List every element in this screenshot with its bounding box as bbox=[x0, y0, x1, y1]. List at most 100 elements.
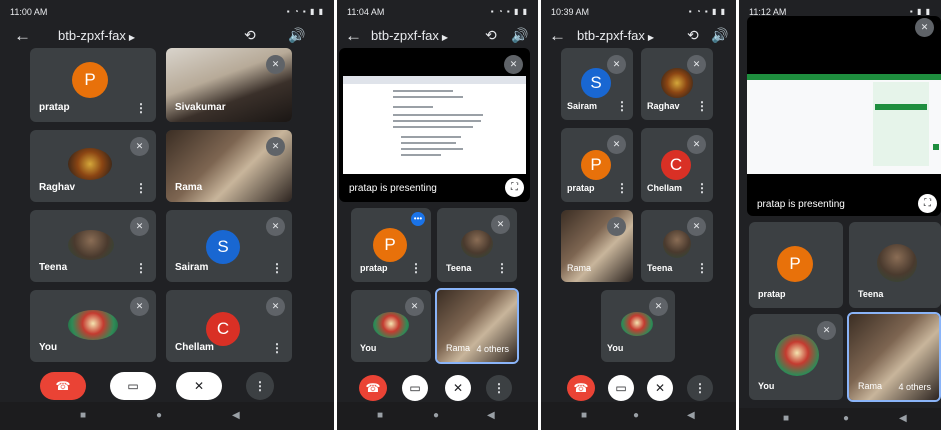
avatar bbox=[663, 230, 691, 258]
meeting-title[interactable]: btb-zpxf-fax ▶ bbox=[58, 28, 135, 43]
participant-tile[interactable]: ✕ You bbox=[601, 290, 675, 362]
participant-tile[interactable]: ✕ You bbox=[749, 314, 843, 400]
participant-tile[interactable]: P ✕ pratap ⋮ bbox=[561, 128, 633, 202]
switch-camera-icon[interactable]: ⟲ bbox=[244, 27, 256, 44]
more-vert-icon[interactable]: ⋮ bbox=[135, 101, 147, 115]
camera-off-icon[interactable]: ▭ bbox=[110, 372, 156, 400]
participant-tile[interactable]: S ✕ Sairam ⋮ bbox=[561, 48, 633, 120]
speaker-icon[interactable]: 🔊 bbox=[511, 27, 528, 44]
fullscreen-icon[interactable]: ⛶ bbox=[505, 178, 524, 197]
mic-off-icon[interactable]: ✕ bbox=[445, 375, 471, 401]
participant-tile[interactable]: ✕ Rama bbox=[166, 130, 292, 202]
others-count[interactable]: 4 others bbox=[898, 382, 931, 392]
back-nav-icon[interactable]: ◀ bbox=[899, 413, 907, 424]
participant-tile[interactable]: ✕ Sivakumar bbox=[166, 48, 292, 122]
more-vert-icon[interactable]: ⋮ bbox=[271, 341, 283, 355]
participant-tile[interactable]: ✕ Teena ⋮ bbox=[30, 210, 156, 282]
participant-name: pratap bbox=[567, 183, 595, 193]
more-vert-icon[interactable]: ⋮ bbox=[696, 99, 708, 113]
others-count[interactable]: 4 others bbox=[476, 344, 509, 354]
mic-off-icon[interactable]: ✕ bbox=[647, 375, 673, 401]
home-icon[interactable]: ● bbox=[156, 410, 162, 421]
mic-off-icon: ✕ bbox=[130, 137, 149, 156]
end-call-icon[interactable]: ☎ bbox=[567, 375, 595, 401]
more-vert-icon[interactable]: ⋮ bbox=[410, 261, 422, 275]
end-call-icon[interactable]: ☎ bbox=[40, 372, 86, 400]
fullscreen-icon[interactable]: ⛶ bbox=[918, 194, 937, 213]
participant-tile[interactable]: C ✕ Chellam ⋮ bbox=[641, 128, 713, 202]
participant-tile[interactable]: ✕ Raghav ⋮ bbox=[30, 130, 156, 202]
participant-tile[interactable]: Rama 4 others bbox=[435, 288, 519, 364]
recents-icon[interactable]: ■ bbox=[783, 413, 789, 424]
back-nav-icon[interactable]: ◀ bbox=[232, 410, 240, 421]
spreadsheet-toolbar bbox=[747, 74, 941, 80]
meeting-title[interactable]: btb-zpxf-fax ▶ bbox=[577, 28, 654, 43]
text-line bbox=[393, 96, 463, 98]
more-vert-icon[interactable]: ⋮ bbox=[616, 99, 628, 113]
arrow-left-icon[interactable]: ← bbox=[345, 26, 362, 46]
avatar bbox=[373, 312, 409, 338]
avatar bbox=[877, 244, 917, 282]
mic-off-icon: ✕ bbox=[266, 217, 285, 236]
end-call-icon[interactable]: ☎ bbox=[359, 375, 387, 401]
home-icon[interactable]: ● bbox=[633, 410, 639, 421]
status-icons: ▪ ▮ ▮ bbox=[909, 7, 931, 16]
more-vert-icon[interactable]: ⋮ bbox=[696, 261, 708, 275]
camera-off-icon[interactable]: ▭ bbox=[608, 375, 634, 401]
mic-off-icon: ✕ bbox=[687, 217, 706, 236]
back-nav-icon[interactable]: ◀ bbox=[687, 410, 695, 421]
more-vert-icon[interactable]: ⋮ bbox=[696, 181, 708, 195]
participant-name: Sivakumar bbox=[175, 102, 226, 113]
presenting-label: pratap is presenting bbox=[757, 199, 845, 210]
mic-off-icon[interactable]: ✕ bbox=[176, 372, 222, 400]
meeting-title[interactable]: btb-zpxf-fax ▶ bbox=[371, 28, 448, 43]
mic-off-icon: ✕ bbox=[266, 55, 285, 74]
text-line bbox=[393, 114, 483, 116]
home-icon[interactable]: ● bbox=[843, 413, 849, 424]
more-vert-icon[interactable]: ⋮ bbox=[616, 181, 628, 195]
more-vert-icon[interactable]: ⋮ bbox=[687, 375, 713, 401]
switch-camera-icon[interactable]: ⟲ bbox=[485, 27, 497, 44]
participant-tile[interactable]: Rama 4 others bbox=[847, 312, 941, 402]
participant-tile[interactable]: ✕ Teena ⋮ bbox=[437, 208, 517, 282]
participant-tile[interactable]: ✕ You bbox=[351, 290, 431, 362]
presentation-tile[interactable]: ✕ pratap is presenting ⛶ bbox=[339, 48, 530, 202]
participant-name: Raghav bbox=[647, 101, 680, 111]
home-icon[interactable]: ● bbox=[433, 410, 439, 421]
more-vert-icon[interactable]: ⋮ bbox=[135, 181, 147, 195]
presentation-tile[interactable]: ✕ pratap is presenting ⛶ bbox=[747, 16, 941, 216]
more-vert-icon[interactable]: ⋮ bbox=[271, 261, 283, 275]
more-vert-icon[interactable]: ⋮ bbox=[135, 261, 147, 275]
participant-tile[interactable]: P pratap bbox=[749, 222, 843, 308]
more-vert-icon[interactable]: ⋮ bbox=[486, 375, 512, 401]
recents-icon[interactable]: ■ bbox=[80, 410, 86, 421]
arrow-left-icon[interactable]: ← bbox=[14, 26, 31, 46]
participant-tile[interactable]: P ••• pratap ⋮ bbox=[351, 208, 431, 282]
more-vert-icon[interactable]: ⋮ bbox=[496, 261, 508, 275]
participant-tile[interactable]: Teena bbox=[849, 222, 941, 308]
participant-tile[interactable]: C ✕ Chellam ⋮ bbox=[166, 290, 292, 362]
back-nav-icon[interactable]: ◀ bbox=[487, 410, 495, 421]
switch-camera-icon[interactable]: ⟲ bbox=[687, 27, 699, 44]
text-line bbox=[393, 120, 481, 122]
speaker-icon[interactable]: 🔊 bbox=[288, 27, 305, 44]
participant-name: Teena bbox=[446, 263, 472, 273]
android-nav-bar: ■ ● ◀ bbox=[541, 402, 736, 430]
presenting-label: pratap is presenting bbox=[349, 183, 437, 194]
meet-screen-3: 10:39 AM ▪ ◔ ▪ ▮ ▮ ← btb-zpxf-fax ▶ ⟲ 🔊 S… bbox=[541, 0, 736, 430]
mic-off-icon: ✕ bbox=[649, 297, 668, 316]
camera-off-icon[interactable]: ▭ bbox=[402, 375, 428, 401]
recents-icon[interactable]: ■ bbox=[377, 410, 383, 421]
speaker-icon[interactable]: 🔊 bbox=[711, 27, 728, 44]
arrow-left-icon[interactable]: ← bbox=[549, 26, 566, 46]
participant-tile[interactable]: ✕ Teena ⋮ bbox=[641, 210, 713, 282]
text-line bbox=[401, 142, 456, 144]
participant-tile[interactable]: ✕ You bbox=[30, 290, 156, 362]
participant-name: You bbox=[360, 343, 377, 353]
participant-tile[interactable]: P pratap ⋮ bbox=[30, 48, 156, 122]
more-vert-icon[interactable]: ⋮ bbox=[246, 372, 274, 400]
participant-tile[interactable]: ✕ Rama bbox=[561, 210, 633, 282]
participant-tile[interactable]: ✕ Raghav ⋮ bbox=[641, 48, 713, 120]
participant-tile[interactable]: S ✕ Sairam ⋮ bbox=[166, 210, 292, 282]
recents-icon[interactable]: ■ bbox=[581, 410, 587, 421]
